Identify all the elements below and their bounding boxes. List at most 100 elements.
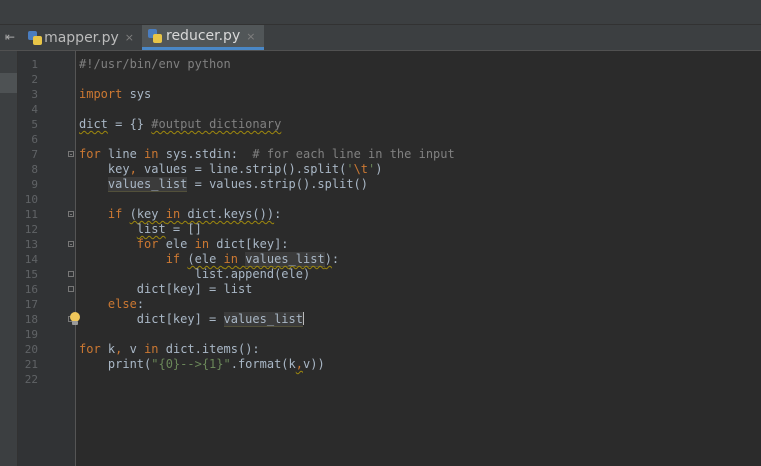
code-line[interactable]: if (ele in values_list): xyxy=(79,252,339,267)
code-line[interactable]: #!/usr/bin/env python xyxy=(79,57,231,72)
intention-bulb-icon[interactable] xyxy=(69,312,81,326)
gutter-line: 22 xyxy=(18,372,75,387)
gutter-line: 13 xyxy=(18,237,75,252)
code-token: v)) xyxy=(303,357,325,371)
code-token: list xyxy=(136,222,166,236)
code-token: else xyxy=(107,297,137,311)
close-tab-icon[interactable]: × xyxy=(125,31,134,44)
top-toolbar xyxy=(0,0,761,25)
fold-start-icon[interactable] xyxy=(68,241,74,247)
code-token: list.append(ele) xyxy=(79,267,311,281)
code-token: print( xyxy=(79,357,152,371)
text-cursor xyxy=(302,312,304,325)
code-token: for xyxy=(136,237,159,251)
line-number: 15 xyxy=(24,268,38,281)
fold-end-icon[interactable] xyxy=(68,286,74,292)
line-number: 19 xyxy=(24,328,38,341)
code-token: = [] xyxy=(165,222,202,236)
gutter-line: 11 xyxy=(18,207,75,222)
code-token: sys.stdin: xyxy=(158,147,253,161)
code-line[interactable]: dict[key] = list xyxy=(79,282,253,297)
code-line[interactable]: if (key in dict.keys()): xyxy=(79,207,281,222)
code-line[interactable]: for k, v in dict.items(): xyxy=(79,342,260,357)
code-token: ) xyxy=(375,162,383,176)
code-line[interactable]: list.append(ele) xyxy=(79,267,311,282)
code-line[interactable]: list = [] xyxy=(79,222,202,237)
code-line[interactable]: for line in sys.stdin: # for each line i… xyxy=(79,147,455,162)
line-number: 17 xyxy=(24,298,38,311)
code-line[interactable]: import sys xyxy=(79,87,151,102)
close-tab-icon[interactable]: × xyxy=(246,30,255,43)
gutter-line: 17 xyxy=(18,297,75,312)
code-token: ele xyxy=(158,237,195,251)
code-token: : xyxy=(136,297,145,311)
code-token: , xyxy=(295,357,303,371)
code-token: #!/usr/bin/env python xyxy=(79,57,231,71)
gutter-line: 9 xyxy=(18,177,75,192)
code-token: dict xyxy=(79,117,108,131)
code-editor[interactable]: #!/usr/bin/env python import sys dict = {}… xyxy=(79,51,761,466)
code-token: = {} xyxy=(107,117,152,131)
line-number-gutter[interactable]: 1 2 3 4 5 6 7 8 9 10 11 12 13 14 15 16 17 18 19 20 21 22 xyxy=(18,51,76,466)
tab-mapper-py[interactable]: mapper.py × xyxy=(22,25,140,50)
code-line[interactable]: else: xyxy=(79,297,144,312)
gutter-line: 6 xyxy=(18,132,75,147)
line-number: 11 xyxy=(24,208,38,221)
code-token: sys xyxy=(122,87,152,101)
code-line[interactable]: key, values = line.strip().split('\t') xyxy=(79,162,383,177)
code-token: #output dictionary xyxy=(151,117,282,131)
line-number: 13 xyxy=(24,238,38,251)
line-number: 10 xyxy=(24,193,38,206)
code-token: for xyxy=(79,342,101,356)
code-line[interactable]: dict = {} #output dictionary xyxy=(79,117,281,132)
gutter-line: 10 xyxy=(18,192,75,207)
gutter-line: 15 xyxy=(18,267,75,282)
gutter-line: 19 xyxy=(18,327,75,342)
line-number: 4 xyxy=(31,103,38,116)
code-token: values_list xyxy=(107,177,188,192)
gutter-line: 4 xyxy=(18,102,75,117)
gutter-line: 8 xyxy=(18,162,75,177)
code-line[interactable]: for ele in dict[key]: xyxy=(79,237,289,252)
code-token: , xyxy=(129,162,137,176)
code-token: dict.items(): xyxy=(158,342,260,356)
code-token: = values.strip().split() xyxy=(187,177,369,191)
code-token: in xyxy=(165,207,181,221)
code-token: \t xyxy=(353,162,369,176)
gutter-line: 12 xyxy=(18,222,75,237)
code-token: (key xyxy=(129,207,166,221)
gutter-line: 5 xyxy=(18,117,75,132)
line-number: 1 xyxy=(31,58,38,71)
line-number: 16 xyxy=(24,283,38,296)
code-line[interactable]: values_list = values.strip().split() xyxy=(79,177,368,192)
code-line[interactable]: print("{0}-->{1}".format(k,v)) xyxy=(79,357,325,372)
code-token: in xyxy=(144,342,159,356)
code-token: key xyxy=(79,162,130,176)
fold-start-icon[interactable] xyxy=(68,211,74,217)
gutter-line: 16 xyxy=(18,282,75,297)
tool-window-marker[interactable] xyxy=(0,73,17,93)
code-token: ) xyxy=(324,252,332,266)
code-token: values_list xyxy=(223,312,303,327)
code-token: values = line.strip().split( xyxy=(136,162,347,176)
code-token: dict[key] = xyxy=(79,312,224,326)
code-token: dict[key]: xyxy=(209,237,289,251)
code-line[interactable]: dict[key] = values_list xyxy=(79,312,304,327)
code-token: # for each line in the input xyxy=(252,147,455,161)
fold-end-icon[interactable] xyxy=(68,271,74,277)
tab-scroll-left-icon[interactable]: ⇤ xyxy=(0,25,20,50)
code-token: dict[key] = list xyxy=(79,282,253,296)
tab-label: reducer.py xyxy=(166,28,241,44)
editor-tab-bar: ⇤ mapper.py × reducer.py × xyxy=(0,25,761,51)
fold-start-icon[interactable] xyxy=(68,151,74,157)
tab-reducer-py[interactable]: reducer.py × xyxy=(142,25,264,50)
line-number: 8 xyxy=(31,163,38,176)
gutter-line: 3 xyxy=(18,87,75,102)
line-number: 7 xyxy=(31,148,38,161)
gutter-line: 20 xyxy=(18,342,75,357)
